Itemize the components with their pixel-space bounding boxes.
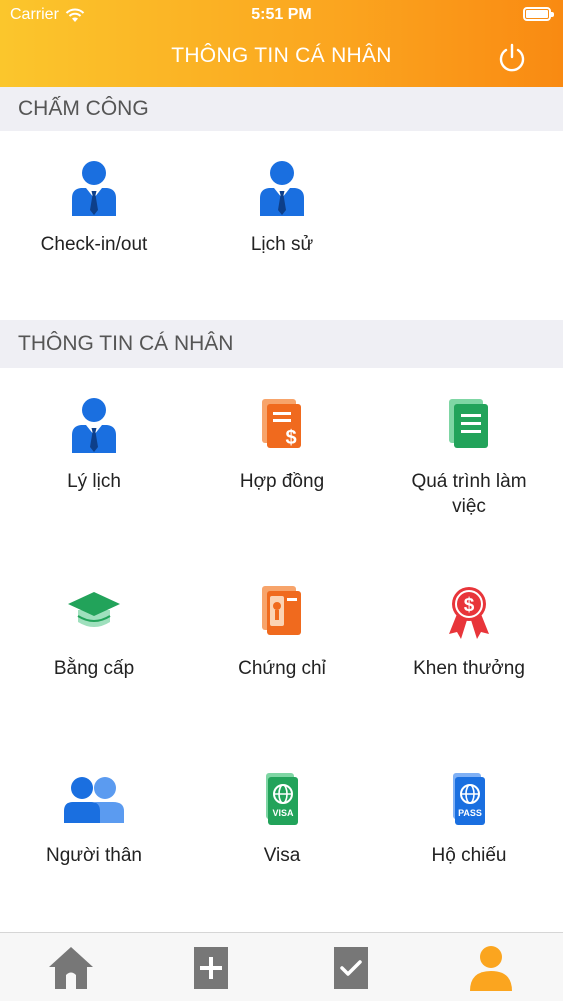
tile-label: Hợp đồng xyxy=(239,471,325,492)
svg-text:VISA: VISA xyxy=(272,808,294,818)
section-header-attendance: CHẤM CÔNG xyxy=(0,87,563,131)
plus-icon[interactable] xyxy=(186,943,236,991)
power-icon[interactable] xyxy=(497,42,527,74)
app-header: Carrier 5:51 PM THÔNG TIN CÁ NHÂN xyxy=(0,0,563,87)
tile-label: Visa xyxy=(263,845,301,866)
certificate-icon xyxy=(262,586,301,635)
contract-icon: $ xyxy=(262,399,301,449)
user-tie-icon xyxy=(72,161,116,216)
page-title: THÔNG TIN CÁ NHÂN xyxy=(171,44,392,67)
svg-text:PASS: PASS xyxy=(458,808,482,818)
user-tie-icon xyxy=(72,398,116,453)
tile-passport[interactable]: PASS Hộ chiếu xyxy=(375,771,563,868)
tile-relatives[interactable]: Người thân xyxy=(0,771,188,868)
tile-check-in-out[interactable]: Check-in/out xyxy=(0,160,188,257)
tile-visa[interactable]: VISA Visa xyxy=(188,771,376,868)
relatives-icon xyxy=(64,777,124,823)
section-title: THÔNG TIN CÁ NHÂN xyxy=(18,332,234,355)
tile-label: Bằng cấp xyxy=(53,658,135,679)
tab-bar xyxy=(0,932,563,1001)
svg-text:$: $ xyxy=(464,595,475,616)
document-stack-icon xyxy=(449,399,488,448)
tile-certificate[interactable]: Chứng chỉ xyxy=(188,584,376,681)
svg-text:$: $ xyxy=(285,427,296,449)
tile-label: Hộ chiếu xyxy=(431,845,507,866)
section-header-personal: THÔNG TIN CÁ NHÂN xyxy=(0,320,563,368)
award-ribbon-icon: $ xyxy=(449,587,489,639)
profile-icon[interactable] xyxy=(466,943,516,991)
tile-history[interactable]: Lịch sử xyxy=(188,160,376,257)
tile-label: Check-in/out xyxy=(40,234,148,255)
status-time: 5:51 PM xyxy=(251,6,312,23)
passport-icon: PASS xyxy=(453,773,485,825)
user-tie-icon xyxy=(260,161,304,216)
tile-label: Khen thưởng xyxy=(413,658,525,679)
tile-resume[interactable]: Lý lịch xyxy=(0,397,188,494)
tile-label: Quá trình làm việc xyxy=(411,471,527,517)
tile-label: Lịch sử xyxy=(250,234,314,255)
battery-icon xyxy=(523,7,554,21)
tile-work-history[interactable]: Quá trình làm việc xyxy=(375,397,563,519)
section-title: CHẤM CÔNG xyxy=(18,97,149,120)
tile-reward[interactable]: $ Khen thưởng xyxy=(375,584,563,681)
visa-icon: VISA xyxy=(266,773,298,825)
checkmark-icon[interactable] xyxy=(326,943,376,991)
tile-label: Người thân xyxy=(46,845,142,866)
tile-label: Lý lịch xyxy=(67,471,121,492)
status-bar: Carrier 5:51 PM xyxy=(0,0,563,30)
tile-degree[interactable]: Bằng cấp xyxy=(0,584,188,681)
tile-contract[interactable]: $ Hợp đồng xyxy=(188,397,376,494)
tile-label: Chứng chỉ xyxy=(238,658,326,679)
graduation-cap-icon xyxy=(68,592,120,627)
home-icon[interactable] xyxy=(46,943,96,991)
